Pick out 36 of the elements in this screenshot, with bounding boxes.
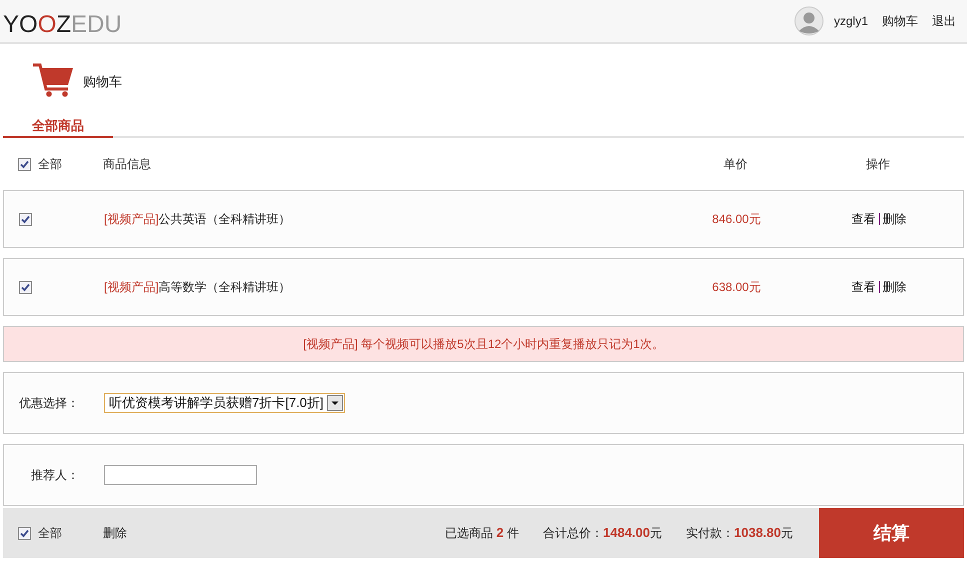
delete-link[interactable]: 删除 (882, 210, 906, 228)
view-link[interactable]: 查看 (852, 210, 876, 228)
product-name[interactable]: [视频产品]高等数学（全科精讲班） (104, 278, 674, 296)
discount-select[interactable]: 听优资模考讲解学员获赠7折卡[7.0折] (104, 393, 345, 413)
referrer-field[interactable] (104, 465, 257, 485)
checkbox[interactable] (19, 212, 32, 226)
checkbox[interactable] (19, 280, 32, 294)
checkout-button[interactable]: 结算 (819, 508, 964, 558)
column-header: 单价 (722, 156, 748, 173)
delete-link[interactable]: 删除 (103, 524, 127, 542)
nav-link[interactable]: 购物车 (882, 12, 918, 30)
column-header: 操作 (865, 156, 891, 173)
select-all-label: 全部 (38, 156, 62, 173)
delete-link[interactable]: 删除 (882, 278, 906, 296)
logo[interactable]: YOOZEDU (3, 5, 122, 37)
checkbox[interactable] (18, 158, 31, 170)
payable-amount: 实付款：1038.80元 (686, 524, 793, 542)
unit-price: 638.00元 (711, 279, 762, 296)
total-price: 合计总价：1484.00元 (543, 524, 662, 542)
username[interactable]: yzgly1 (834, 12, 868, 30)
selected-count: 已选商品 2 件 (445, 524, 519, 542)
notice-text: [视频产品] 每个视频可以播放5次且12个小时内重复播放只记为1次。 (303, 336, 664, 353)
avatar-icon[interactable] (794, 6, 824, 36)
view-link[interactable]: 查看 (852, 278, 876, 296)
select-all-label: 全部 (38, 525, 62, 542)
checkbox[interactable] (18, 526, 31, 540)
product-name[interactable]: [视频产品]公共英语（全科精讲班） (104, 210, 674, 228)
column-header: 商品信息 (103, 156, 152, 173)
cart-icon (32, 63, 74, 97)
page-title: 购物车 (83, 73, 122, 92)
tab[interactable]: 全部商品 (3, 116, 113, 138)
referrer-label: 推荐人： (30, 467, 80, 484)
unit-price: 846.00元 (711, 211, 762, 228)
nav-link[interactable]: 退出 (932, 12, 956, 30)
discount-label: 优惠选择： (18, 395, 80, 412)
dropdown-icon[interactable] (326, 395, 343, 411)
